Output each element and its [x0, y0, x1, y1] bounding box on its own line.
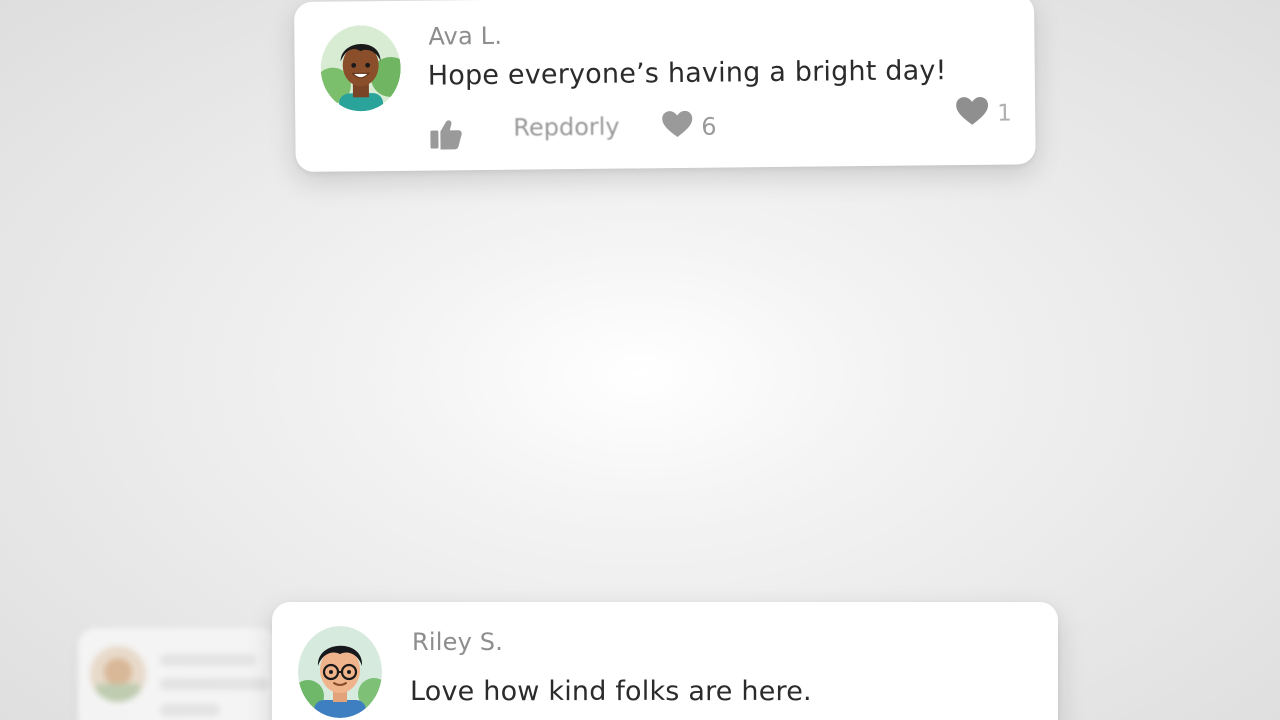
- heart-like-button[interactable]: 6: [661, 110, 717, 145]
- heart-icon: [955, 96, 989, 132]
- comment-text: Love how kind folks are here.: [410, 676, 812, 707]
- heart-icon: [661, 110, 693, 144]
- background-avatar: [90, 646, 146, 702]
- avatar[interactable]: [320, 24, 402, 112]
- background-comment-card: [78, 628, 278, 720]
- comment-card: Riley S. Love how kind folks are here.: [272, 602, 1058, 720]
- comment-card: Ava L. Hope everyone’s having a bright d…: [294, 0, 1036, 172]
- heart-count: 6: [701, 112, 717, 141]
- secondary-heart-count: 1: [997, 100, 1012, 127]
- heart-reaction-button[interactable]: 1: [955, 95, 1012, 132]
- comment-author[interactable]: Riley S.: [412, 628, 503, 656]
- thumbs-up-icon: [429, 118, 463, 156]
- comment-author[interactable]: Ava L.: [428, 22, 502, 51]
- background-text-line: [160, 678, 270, 690]
- page: { "comments": [ { "author": "Ava L.", "m…: [0, 0, 1280, 720]
- comment-text: Hope everyone’s having a bright day!: [427, 55, 947, 92]
- background-text-line: [160, 704, 220, 716]
- reply-link[interactable]: Repdorly: [513, 113, 620, 142]
- like-button[interactable]: [429, 118, 463, 156]
- avatar[interactable]: [298, 626, 382, 718]
- background-text-line: [160, 654, 256, 666]
